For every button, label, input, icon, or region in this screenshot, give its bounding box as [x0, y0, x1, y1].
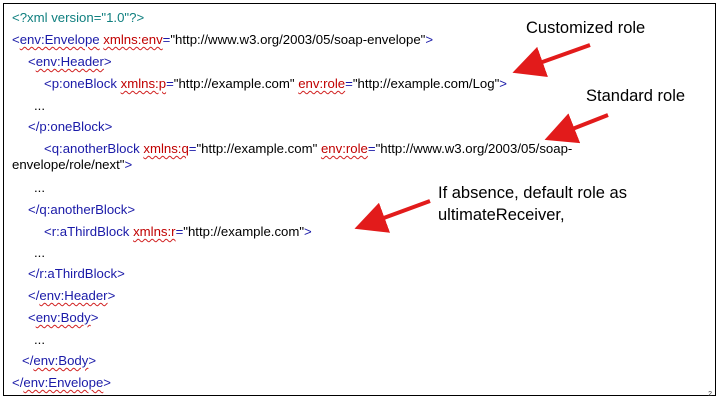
ellipsis: ...: [34, 332, 45, 347]
equals: =: [345, 76, 353, 91]
tag-bracket: <: [28, 54, 36, 69]
tag-bracket: <: [28, 310, 36, 325]
tag-bracket: >: [425, 32, 434, 47]
body-close-line: </env:Body>: [22, 353, 96, 369]
attr-name: env:role: [298, 76, 346, 91]
thirdblock-close-line: </r:aThirdBlock>: [28, 266, 125, 282]
tag-bracket: >: [127, 202, 136, 217]
tag-name: env:Body: [35, 310, 91, 325]
tag-bracket: </: [22, 353, 34, 368]
tag-name: r:aThirdBlock: [39, 266, 118, 281]
envelope-close-line: </env:Envelope>: [12, 375, 111, 391]
tag-bracket: >: [90, 310, 99, 325]
attr-value: "http://example.com/Log": [352, 76, 500, 91]
anotherblock-open-line: <q:anotherBlock xmlns:q="http://example.…: [44, 141, 572, 157]
tag-bracket: <: [44, 76, 52, 91]
tag-bracket: </: [12, 375, 24, 390]
tag-bracket: >: [103, 54, 112, 69]
equals: =: [166, 76, 174, 91]
attr-value: "http://www.w3.org/2003/05/soap-envelope…: [170, 32, 426, 47]
tag-bracket: <: [12, 32, 20, 47]
xml-declaration: <?xml version="1.0"?>: [12, 10, 145, 25]
tag-bracket: </: [28, 266, 40, 281]
equals: =: [188, 141, 197, 156]
tag-bracket: >: [104, 119, 113, 134]
body-open-line: <env:Body>: [28, 310, 98, 326]
tag-bracket: </: [28, 202, 40, 217]
thirdblock-open-line: <r:aThirdBlock xmlns:r="http://example.c…: [44, 224, 312, 240]
anotherblock-close-line: </q:anotherBlock>: [28, 202, 135, 218]
tag-name: p:oneBlock: [39, 119, 105, 134]
page-number: 2: [708, 391, 712, 398]
attr-value: "http://example.com": [173, 76, 295, 91]
attr-name: env:role: [320, 141, 368, 156]
tag-bracket: >: [103, 375, 111, 390]
attr-value: envelope/role/next": [12, 157, 125, 172]
tag-name: q:anotherBlock: [39, 202, 128, 217]
tag-bracket: >: [88, 353, 97, 368]
ellipsis: ...: [34, 245, 45, 260]
tag-bracket: </: [28, 119, 40, 134]
annotation-customized-role: Customized role: [526, 19, 646, 37]
envelope-open-line: <env:Envelope xmlns:env="http://www.w3.o…: [12, 32, 433, 48]
tag-bracket: >: [499, 76, 507, 91]
tag-bracket: <: [44, 141, 52, 156]
tag-name: env:Body: [33, 353, 89, 368]
ellipsis: ...: [34, 98, 45, 113]
tag-name: env:Header: [35, 54, 104, 69]
oneblock-open-line: <p:oneBlock xmlns:p="http://example.com"…: [44, 76, 507, 92]
annotation-standard-role: Standard role: [586, 87, 686, 105]
attr-name: xmlns:r: [133, 224, 176, 239]
attr-value: "http://example.com": [183, 224, 305, 239]
attr-name: xmlns:env: [103, 32, 163, 47]
tag-name: q:anotherBlock: [51, 141, 140, 156]
tag-name: p:oneBlock: [51, 76, 117, 91]
tag-bracket: >: [117, 266, 125, 281]
attr-value: "http://example.com": [196, 141, 318, 156]
tag-name: env:Envelope: [23, 375, 104, 390]
oneblock-close-line: </p:oneBlock>: [28, 119, 112, 135]
tag-name: env:Header: [39, 288, 108, 303]
tag-bracket: <: [44, 224, 52, 239]
equals: =: [367, 141, 376, 156]
attr-name: xmlns:p: [120, 76, 167, 91]
annotation-absence-line1: If absence, default role as: [438, 184, 627, 202]
ellipsis: ...: [34, 180, 45, 195]
attr-value: "http://www.w3.org/2003/05/soap-: [375, 141, 573, 156]
header-open-line: <env:Header>: [28, 54, 112, 70]
anotherblock-open-line-cont: envelope/role/next">: [12, 157, 132, 173]
tag-bracket: >: [124, 157, 133, 172]
attr-name: xmlns:q: [143, 141, 189, 156]
annotation-absence-line2: ultimateReceiver,: [438, 206, 565, 224]
tag-bracket: </: [28, 288, 40, 303]
tag-name: env:Envelope: [19, 32, 100, 47]
tag-bracket: >: [304, 224, 312, 239]
tag-name: r:aThirdBlock: [51, 224, 130, 239]
tag-bracket: >: [107, 288, 116, 303]
header-close-line: </env:Header>: [28, 288, 115, 304]
